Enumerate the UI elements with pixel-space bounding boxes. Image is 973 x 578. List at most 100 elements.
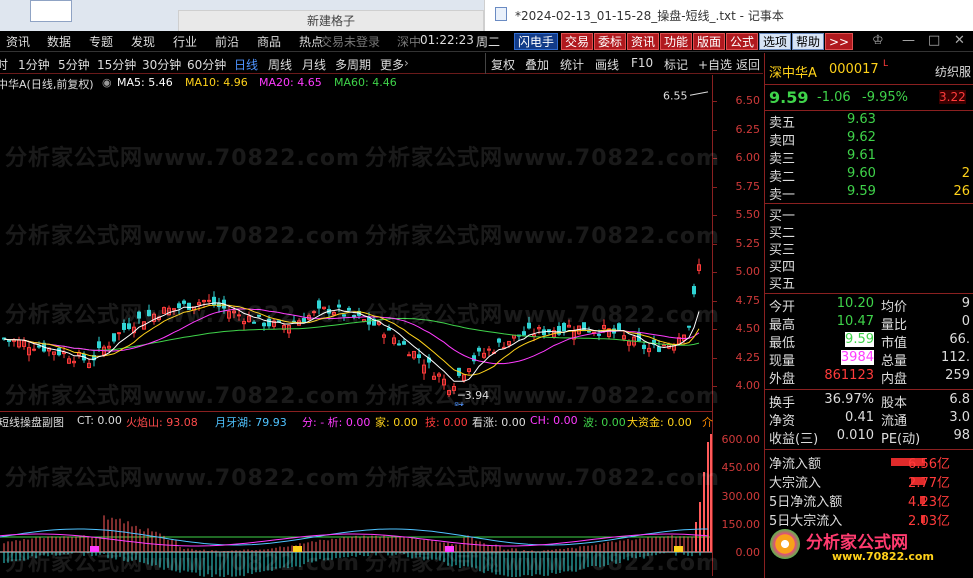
stat-label: 最高 bbox=[769, 318, 796, 333]
ask-label: 卖二 bbox=[769, 170, 796, 185]
ask-row[interactable]: 卖一 9.59 26 bbox=[765, 184, 973, 203]
tool-adjust[interactable]: 复权 bbox=[491, 56, 515, 73]
ask-row[interactable]: 卖三 9.61 bbox=[765, 148, 973, 167]
stat-value: 3984 bbox=[840, 350, 874, 365]
new-grid-tab[interactable]: 新建格子 bbox=[178, 10, 484, 31]
candle-body bbox=[57, 348, 61, 356]
stock-code: 000017 bbox=[829, 62, 879, 77]
period-1min[interactable]: 1分钟 bbox=[18, 56, 50, 73]
tool-add-favorite[interactable]: +自选 bbox=[698, 56, 732, 73]
fundamental-label: PE(动) bbox=[881, 432, 921, 447]
tool-mark[interactable]: 标记 bbox=[664, 56, 688, 73]
candle-body bbox=[122, 322, 126, 330]
stat-row: 最低 9.59 市值 66. bbox=[765, 332, 973, 351]
more-button[interactable]: >> bbox=[825, 33, 854, 50]
menu-data[interactable]: 数据 bbox=[47, 33, 71, 50]
bid-row[interactable]: 买三 bbox=[765, 239, 973, 258]
sub-indicator-chart[interactable] bbox=[0, 427, 712, 577]
notepad-window-title[interactable]: *2024-02-13_01-15-28_操盘-短线_.txt - 记事本 bbox=[484, 0, 973, 31]
tick-mark bbox=[713, 158, 717, 159]
tool-f10[interactable]: F10 bbox=[631, 56, 653, 70]
stat-value: 9.59 bbox=[845, 332, 874, 347]
tool-stats[interactable]: 统计 bbox=[560, 56, 584, 73]
menu-commodity[interactable]: 商品 bbox=[257, 33, 281, 50]
candle-body bbox=[302, 318, 306, 323]
news-button[interactable]: 资讯 bbox=[627, 33, 660, 50]
bid-row[interactable]: 买二 bbox=[765, 222, 973, 241]
candle-body bbox=[177, 303, 181, 309]
candle-body bbox=[522, 331, 526, 336]
clock: 01:22:23 bbox=[420, 33, 474, 47]
period-daily[interactable]: 日线 bbox=[234, 56, 258, 73]
layout-button[interactable]: 版面 bbox=[693, 33, 726, 50]
fundamental-row: 净资 0.41 流通 3.0 bbox=[765, 410, 973, 429]
order-button[interactable]: 委标 bbox=[594, 33, 627, 50]
sub-chart-legend: 短线操盘副图 CT: 0.00 火焰山: 93.08 月牙湖: 79.93 分: - … bbox=[0, 411, 713, 429]
candle-body bbox=[262, 322, 266, 327]
ask-row[interactable]: 卖二 9.60 2 bbox=[765, 166, 973, 185]
period-weekly[interactable]: 周线 bbox=[268, 56, 292, 73]
help-button[interactable]: 帮助 bbox=[792, 33, 825, 50]
menu-frontier[interactable]: 前沿 bbox=[215, 33, 239, 50]
options-button[interactable]: 选项 bbox=[759, 33, 792, 50]
candle-body bbox=[617, 323, 621, 331]
period-more[interactable]: 更多 bbox=[380, 56, 404, 73]
bid-row[interactable]: 买一 bbox=[765, 205, 973, 224]
menu-topics[interactable]: 专题 bbox=[89, 33, 113, 50]
ask-row[interactable]: 卖四 9.62 bbox=[765, 130, 973, 149]
tool-back[interactable]: 返回 bbox=[736, 56, 760, 73]
period-multi[interactable]: 多周期 bbox=[335, 56, 371, 73]
period-30min[interactable]: 30分钟 bbox=[142, 56, 181, 73]
ma-legend: 中华A(日线,前复权) ◉ MA5: 5.46 MA10: 4.96 MA20:… bbox=[0, 75, 712, 91]
kline-chart[interactable]: 6.55─3.94财 bbox=[0, 91, 712, 406]
trade-button[interactable]: 交易 bbox=[561, 33, 594, 50]
candle-body bbox=[117, 332, 121, 335]
candle-body bbox=[477, 347, 481, 352]
ask-label: 卖一 bbox=[769, 188, 796, 203]
sub-tick: 300.00 bbox=[721, 489, 761, 503]
close-icon[interactable]: ✕ bbox=[954, 33, 965, 48]
formula-button[interactable]: 公式 bbox=[726, 33, 759, 50]
candle-body bbox=[662, 344, 666, 347]
lightning-trade-button[interactable]: 闪电手 bbox=[514, 33, 559, 50]
divider bbox=[765, 203, 973, 204]
settings-icon[interactable]: ◉ bbox=[102, 76, 112, 89]
minimize-icon[interactable]: — bbox=[902, 33, 915, 48]
menu-news[interactable]: 资讯 bbox=[6, 33, 30, 50]
bid-row[interactable]: 买五 bbox=[765, 273, 973, 292]
period-5min[interactable]: 5分钟 bbox=[58, 56, 90, 73]
period-15min[interactable]: 15分钟 bbox=[97, 56, 136, 73]
stat-label: 内盘 bbox=[881, 372, 908, 387]
bid-row[interactable]: 买四 bbox=[765, 256, 973, 275]
stat-value: 10.47 bbox=[836, 314, 874, 329]
candle-body bbox=[562, 322, 566, 332]
menu-discover[interactable]: 发现 bbox=[131, 33, 155, 50]
tool-overlay[interactable]: 叠加 bbox=[525, 56, 549, 73]
period-60min[interactable]: 60分钟 bbox=[187, 56, 226, 73]
tick-mark bbox=[713, 357, 717, 359]
tick-mark bbox=[713, 129, 717, 131]
maximize-icon[interactable]: □ bbox=[928, 33, 940, 48]
app-icon bbox=[30, 0, 72, 22]
ask-row[interactable]: 卖五 9.63 bbox=[765, 112, 973, 131]
shirt-icon[interactable]: ♔ bbox=[872, 33, 884, 48]
tick-mark bbox=[713, 386, 717, 387]
period-tick[interactable]: 时 bbox=[0, 56, 8, 73]
sub-tick: 150.00 bbox=[721, 517, 761, 531]
divider bbox=[765, 449, 973, 450]
flow-label: 5日净流入额 bbox=[769, 495, 843, 510]
function-button[interactable]: 功能 bbox=[660, 33, 693, 50]
industry-label: 纺织服 bbox=[935, 65, 972, 79]
menu-industry[interactable]: 行业 bbox=[173, 33, 197, 50]
fundamental-label: 收益(三) bbox=[769, 432, 819, 447]
market-label: 深中 bbox=[397, 35, 422, 49]
signal-marker bbox=[293, 546, 302, 552]
stat-label: 市值 bbox=[881, 336, 908, 351]
tick-mark bbox=[713, 101, 717, 102]
signal-marker bbox=[90, 546, 99, 552]
flow-value: 6.56亿 bbox=[908, 457, 950, 472]
period-monthly[interactable]: 月线 bbox=[302, 56, 326, 73]
tool-draw[interactable]: 画线 bbox=[595, 56, 619, 73]
sub-tick: 600.00 bbox=[721, 433, 761, 446]
chevron-right-icon[interactable]: › bbox=[404, 56, 409, 70]
